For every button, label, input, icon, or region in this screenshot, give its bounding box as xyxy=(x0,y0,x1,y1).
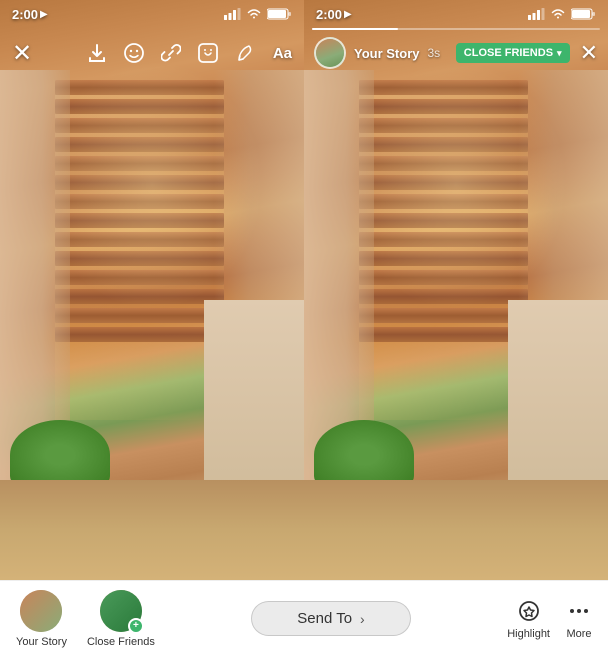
close-friends-button[interactable]: CLOSE FRIENDS ▾ xyxy=(456,43,570,63)
chevron-down-icon: ▾ xyxy=(557,48,562,59)
send-to-container: Send To › xyxy=(171,601,491,636)
draw-icon[interactable] xyxy=(235,42,257,64)
close-friends-label: CLOSE FRIENDS xyxy=(464,47,553,59)
close-button[interactable]: ✕ xyxy=(12,39,32,68)
more-icon xyxy=(566,598,592,624)
left-status-arrow: ▶ xyxy=(40,9,48,20)
right-signal-icon xyxy=(528,8,545,20)
story-avatar xyxy=(314,37,346,69)
bottom-right-actions: Highlight More xyxy=(507,598,592,640)
your-story-item[interactable]: Your Story xyxy=(16,590,67,648)
link-icon[interactable] xyxy=(161,43,181,63)
send-arrow-icon: › xyxy=(360,611,365,627)
more-item[interactable]: More xyxy=(566,598,592,640)
right-status-time: 2:00 xyxy=(316,7,342,22)
plus-icon: + xyxy=(128,618,144,634)
right-header: Your Story 3s CLOSE FRIENDS ▾ ✕ xyxy=(304,28,608,78)
download-icon[interactable] xyxy=(87,43,107,63)
left-toolbar: ✕ Aa xyxy=(0,28,304,78)
story-info: Your Story 3s xyxy=(314,37,456,69)
highlight-label: Highlight xyxy=(507,628,550,640)
emoji-icon[interactable] xyxy=(123,42,145,64)
sticker-icon[interactable] xyxy=(197,42,219,64)
bottom-bar: Your Story + Close Friends Send To › Hig… xyxy=(0,580,608,656)
close-friends-label: Close Friends xyxy=(87,636,155,648)
left-status-time: 2:00 xyxy=(12,7,38,22)
your-story-avatar xyxy=(20,590,62,632)
signal-icon xyxy=(224,8,241,20)
more-label: More xyxy=(566,628,591,640)
your-story-label: Your Story xyxy=(16,636,67,648)
highlight-item[interactable]: Highlight xyxy=(507,598,550,640)
text-icon[interactable]: Aa xyxy=(273,45,292,62)
progress-bar xyxy=(312,28,600,30)
bottom-left-stories: Your Story + Close Friends xyxy=(16,590,155,648)
right-wifi-icon xyxy=(550,8,566,20)
battery-icon xyxy=(267,8,292,20)
send-to-button[interactable]: Send To › xyxy=(251,601,411,636)
right-battery-icon xyxy=(571,8,596,20)
send-to-label: Send To xyxy=(297,610,352,627)
close-friends-avatar: + xyxy=(100,590,142,632)
highlight-icon xyxy=(516,598,542,624)
wifi-icon xyxy=(246,8,262,20)
right-status-arrow: ▶ xyxy=(344,9,352,20)
close-friends-item[interactable]: + Close Friends xyxy=(87,590,155,648)
right-close-button[interactable]: ✕ xyxy=(580,40,598,66)
story-username: Your Story xyxy=(354,46,420,61)
story-time: 3s xyxy=(428,46,441,60)
